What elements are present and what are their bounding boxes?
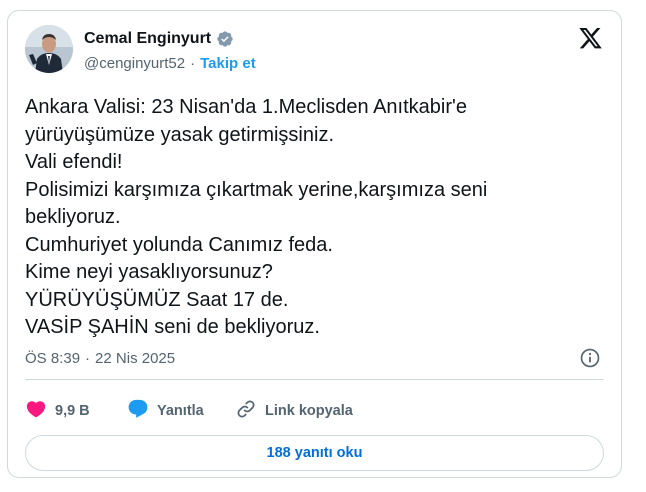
tweet-time: ÖS 8:39	[25, 349, 81, 367]
info-icon[interactable]	[579, 347, 601, 369]
author-handle-row: @cenginyurt52 · Takip et	[84, 53, 256, 73]
author-name-row: Cemal Enginyurt	[84, 28, 234, 50]
page: Cemal Enginyurt @cenginyurt52 · Takip et…	[0, 0, 646, 492]
like-button[interactable]: 9,9 B	[25, 398, 127, 424]
copy-link-label: Link kopyala	[265, 403, 353, 419]
divider	[25, 379, 604, 380]
reply-button[interactable]: Yanıtla	[127, 398, 235, 424]
tweet-line: Kime neyi yasaklıyorsunuz?	[25, 261, 273, 283]
tweet-card: Cemal Enginyurt @cenginyurt52 · Takip et…	[7, 10, 622, 478]
like-count: 9,9 B	[55, 403, 90, 419]
avatar[interactable]	[25, 25, 73, 73]
tweet-line: Ankara Valisi: 23 Nisan'da 1.Meclisden A…	[25, 96, 467, 118]
tweet-line: YÜRÜYÜŞÜMÜZ Saat 17 de.	[25, 288, 289, 311]
speech-bubble-icon	[127, 398, 149, 424]
reply-label: Yanıtla	[157, 403, 204, 419]
tweet-line: VASİP ŞAHİN seni de bekliyoruz.	[25, 316, 320, 338]
tweet-text: Ankara Valisi: 23 Nisan'da 1.Meclisden A…	[25, 94, 585, 342]
link-icon	[235, 398, 257, 424]
author-name[interactable]: Cemal Enginyurt	[84, 30, 211, 48]
timestamp[interactable]: ÖS 8:39 · 22 Nis 2025	[25, 348, 175, 368]
actions-bar: 9,9 B Yanıtla Link kopyala	[25, 391, 353, 431]
heart-icon	[25, 398, 47, 424]
avatar-image	[25, 25, 73, 73]
tweet-line: Cumhuriyet yolunda Canımız feda.	[25, 233, 333, 256]
tweet-line: Vali efendi!	[25, 151, 123, 173]
copy-link-button[interactable]: Link kopyala	[235, 398, 353, 424]
tweet-line: bekliyoruz.	[25, 206, 121, 228]
separator-dot: ·	[190, 54, 196, 72]
verified-badge-icon	[216, 30, 234, 48]
x-logo-icon[interactable]	[578, 28, 603, 51]
read-replies-button[interactable]: 188 yanıtı oku	[25, 435, 604, 471]
separator-dot: ·	[85, 349, 91, 367]
tweet-date: 22 Nis 2025	[95, 349, 176, 367]
tweet-line: Polisimizi karşımıza çıkartmak yerine,ka…	[25, 178, 488, 201]
tweet-line: yürüyüşümüze yasak getirmişsiniz.	[25, 123, 334, 146]
author-handle[interactable]: @cenginyurt52	[84, 55, 185, 72]
follow-button[interactable]: Takip et	[200, 55, 256, 72]
